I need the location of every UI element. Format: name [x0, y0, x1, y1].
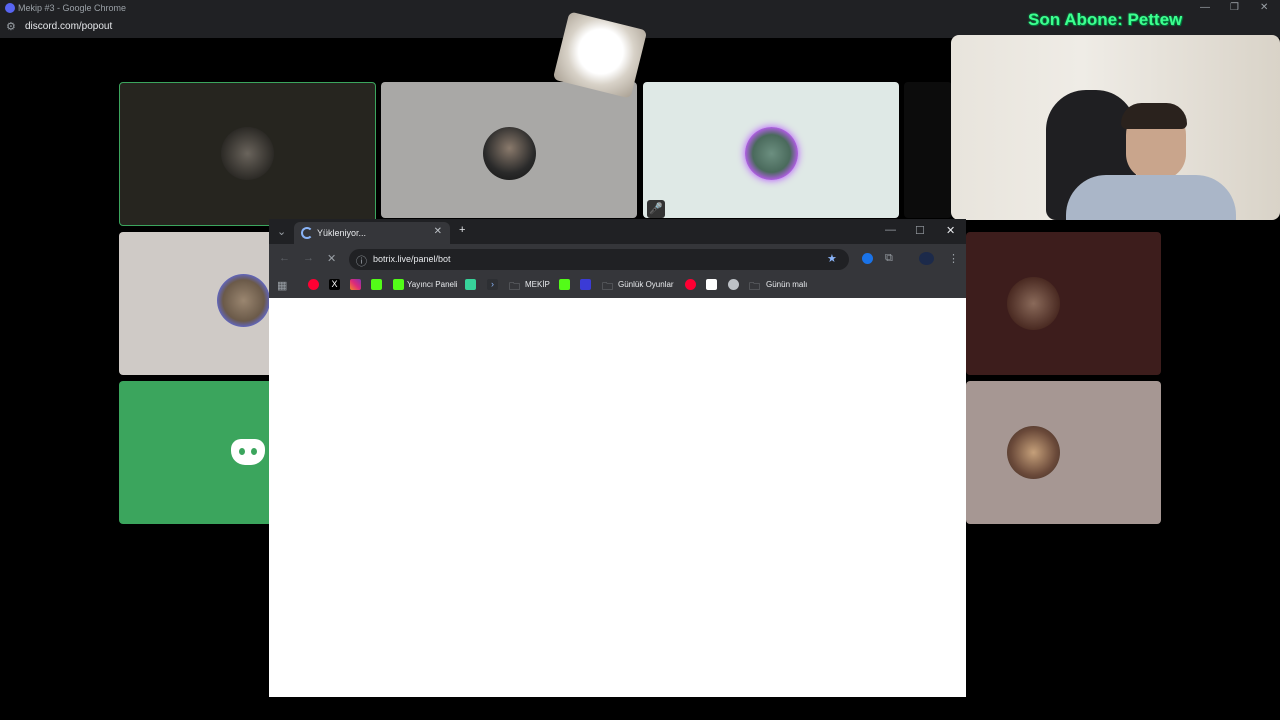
bookmark-image-icon[interactable] [706, 279, 717, 290]
participant-tile[interactable] [119, 82, 376, 226]
tab-title: Yükleniyor... [317, 228, 367, 238]
tab-strip: ⌄ Yükleniyor... ✕ + — ☐ ✕ [269, 219, 966, 244]
site-info-icon[interactable]: ⓘ [356, 253, 367, 269]
x-icon[interactable]: X [329, 279, 340, 290]
browser-window: ⌄ Yükleniyor... ✕ + — ☐ ✕ ← → ✕ ⓘ botrix… [269, 219, 966, 697]
discord-favicon-icon [5, 3, 15, 13]
streamer-shirt [1066, 175, 1236, 220]
streamer-webcam [951, 35, 1280, 220]
last-subscriber-overlay: Son Abone: Pettew [1028, 10, 1183, 29]
kick-icon[interactable] [559, 279, 570, 290]
youtube-icon[interactable] [685, 279, 696, 290]
folder-icon[interactable]: 🗀 [602, 278, 613, 297]
new-tab-button[interactable]: + [459, 224, 465, 236]
folder-icon[interactable]: 🗀 [509, 278, 520, 297]
streamer-hair [1121, 103, 1187, 129]
folder-icon[interactable]: 🗀 [749, 278, 760, 297]
close-window-button[interactable]: ✕ [946, 224, 955, 237]
tab-active[interactable]: Yükleniyor... ✕ [294, 222, 450, 244]
avatar [483, 127, 536, 180]
avatar [1007, 426, 1060, 479]
bookmark-label[interactable]: Günlük Oyunlar [618, 280, 674, 289]
avatar [221, 127, 274, 180]
url-text[interactable]: botrix.live/panel/bot [373, 254, 451, 264]
extension-icon[interactable] [862, 253, 873, 264]
participant-tile[interactable] [966, 232, 1161, 375]
restore-button[interactable]: ❐ [1230, 2, 1239, 13]
extensions-puzzle-icon[interactable]: ⧉ [885, 252, 893, 265]
outer-url[interactable]: discord.com/popout [25, 21, 112, 32]
youtube-icon[interactable] [308, 279, 319, 290]
participant-tile[interactable] [381, 82, 637, 218]
loading-spinner-icon [301, 227, 313, 239]
instagram-icon[interactable] [350, 279, 361, 290]
participant-tile[interactable]: 🎤 [643, 82, 899, 218]
address-bar[interactable]: ⓘ botrix.live/panel/bot ★ [349, 249, 849, 270]
bookmark-arrow-icon[interactable]: › [487, 279, 498, 290]
bookmark-star-icon[interactable]: ★ [827, 252, 837, 265]
discord-logo-icon [231, 439, 265, 465]
outer-window-title: Mekip #3 - Google Chrome [18, 3, 127, 13]
kick-icon[interactable] [371, 279, 382, 290]
forward-button[interactable]: → [303, 252, 314, 264]
page-content [269, 298, 966, 697]
apps-grid-icon[interactable]: ▦ [277, 279, 287, 292]
close-button[interactable]: ✕ [1260, 2, 1268, 13]
profile-avatar[interactable] [919, 252, 934, 265]
avatar [217, 274, 270, 327]
bookmark-globe-icon[interactable] [728, 279, 739, 290]
bookmark-label[interactable]: Yayıncı Paneli [407, 280, 458, 289]
participant-tile[interactable] [966, 381, 1161, 524]
minimize-button[interactable]: — [885, 224, 896, 236]
bookmark-label[interactable]: Günün malı [766, 280, 807, 289]
site-info-icon[interactable]: ⚙ [6, 20, 16, 33]
back-button[interactable]: ← [279, 252, 290, 264]
bookmark-app-icon[interactable] [465, 279, 476, 290]
menu-kebab-icon[interactable]: ⋮ [948, 252, 959, 265]
bookmark-label[interactable]: MEKİP [525, 280, 550, 289]
tab-search-icon[interactable]: ⌄ [277, 225, 286, 238]
minimize-button[interactable]: — [1200, 2, 1210, 13]
maximize-button[interactable]: ☐ [915, 224, 925, 237]
tab-close-icon[interactable]: ✕ [434, 226, 442, 237]
stop-loading-button[interactable]: ✕ [327, 252, 336, 265]
avatar [745, 127, 798, 180]
bookmark-app-icon[interactable] [580, 279, 591, 290]
toolbar: ← → ✕ ⓘ botrix.live/panel/bot ★ ⧉ ⋮ [269, 244, 966, 274]
participant-tile[interactable] [904, 82, 952, 218]
kick-icon[interactable] [393, 279, 404, 290]
muted-mic-icon: 🎤 [647, 200, 665, 218]
avatar [1007, 277, 1060, 330]
bookmarks-bar: ▦ X Yayıncı Paneli › 🗀 MEKİP 🗀 Günlük Oy… [269, 274, 966, 298]
